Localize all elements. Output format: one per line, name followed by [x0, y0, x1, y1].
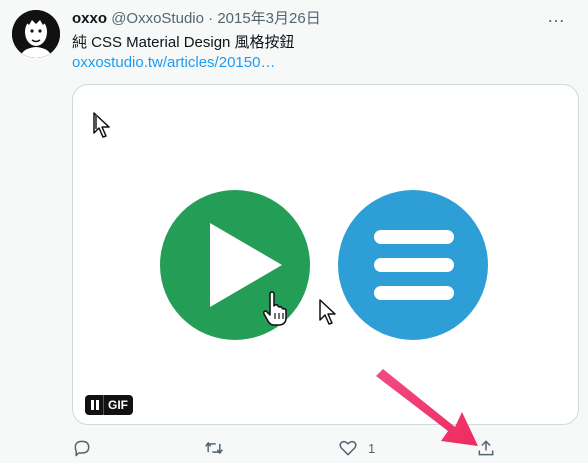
tweet-text: 純 CSS Material Design 風格按鈕 [72, 34, 295, 51]
pause-icon[interactable] [85, 400, 103, 410]
tweet-actions: 1 [72, 438, 532, 462]
hand-cursor-icon [263, 291, 287, 326]
cursor-icon [319, 299, 336, 325]
retweet-icon [205, 441, 223, 455]
menu-bar-icon [374, 286, 454, 300]
share-button[interactable] [476, 438, 506, 458]
heart-icon [339, 440, 357, 456]
menu-button-graphic [338, 190, 488, 340]
gif-badge[interactable]: GIF [85, 395, 133, 415]
like-button[interactable]: 1 [338, 438, 375, 458]
tweet-header: oxxo @OxxoStudio · 2015年3月26日 [72, 10, 321, 28]
media-gif[interactable]: GIF [72, 84, 579, 425]
tweet-link[interactable]: oxxostudio.tw/articles/20150… [72, 54, 275, 72]
separator-dot: · [208, 10, 214, 27]
reply-icon [74, 440, 90, 457]
retweet-button[interactable] [204, 438, 234, 458]
menu-bar-icon [374, 258, 454, 272]
avatar[interactable] [12, 10, 60, 58]
menu-bar-icon [374, 230, 454, 244]
reply-button[interactable] [72, 438, 102, 458]
more-options-icon[interactable]: … [547, 6, 566, 27]
author-name[interactable]: oxxo [72, 10, 107, 27]
like-count: 1 [368, 440, 376, 456]
gif-label: GIF [108, 398, 128, 412]
share-icon [478, 440, 494, 456]
tweet-date[interactable]: 2015年3月26日 [217, 10, 320, 27]
author-handle[interactable]: @OxxoStudio [111, 10, 204, 27]
cursor-icon [93, 112, 110, 138]
